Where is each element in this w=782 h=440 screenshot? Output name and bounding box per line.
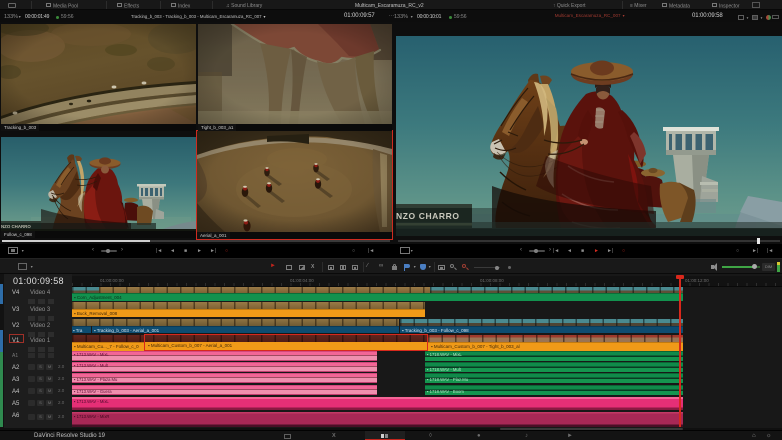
svg-text:NZO CHARRO: NZO CHARRO [396,211,460,221]
svg-text:NZO CHARRO: NZO CHARRO [1,224,31,229]
